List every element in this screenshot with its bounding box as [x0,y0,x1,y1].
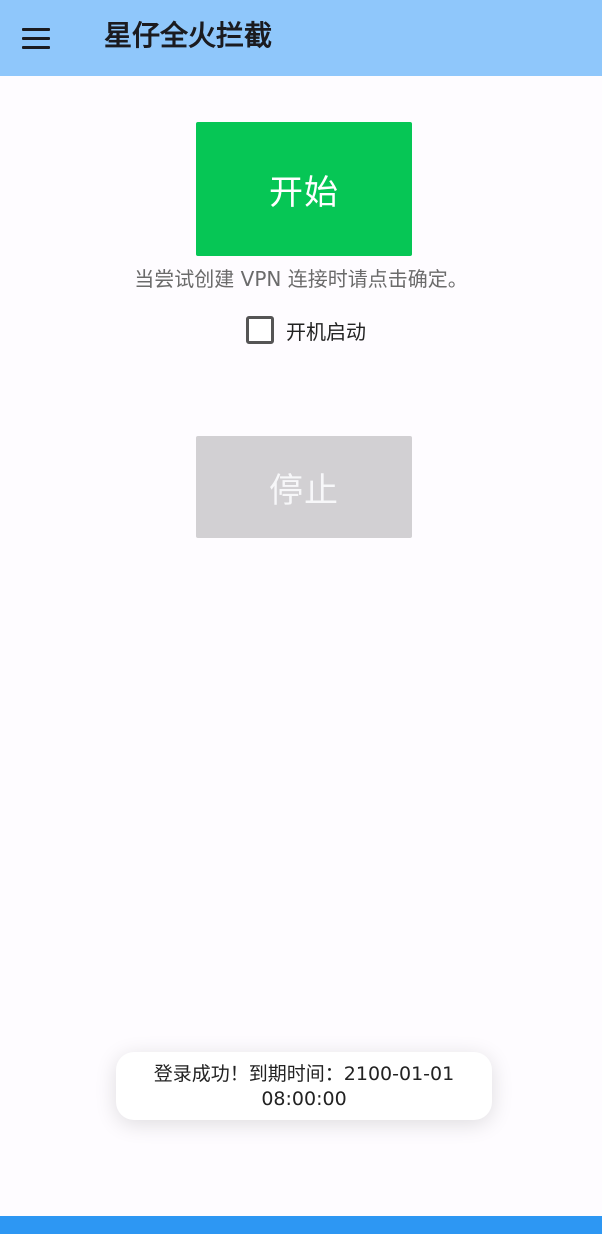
hamburger-menu-icon[interactable] [14,16,58,60]
app-screen: 星仔全火拦截 开始 当尝试创建 VPN 连接时请点击确定。 开机启动 停止 登录… [0,0,602,1234]
boot-start-checkbox[interactable] [246,316,274,344]
app-bar: 星仔全火拦截 [0,0,602,76]
stop-button: 停止 [196,436,412,538]
toast-line-2: 08:00:00 [261,1088,347,1110]
toast-line-1: 登录成功！到期时间：2100-01-01 [153,1063,455,1085]
menu-line [22,27,50,31]
menu-line [22,36,50,40]
menu-line [22,45,50,49]
bottom-bar [0,1216,602,1234]
boot-start-option[interactable]: 开机启动 [246,314,366,346]
app-title: 星仔全火拦截 [104,19,273,52]
boot-start-label: 开机启动 [286,319,366,344]
vpn-hint-text: 当尝试创建 VPN 连接时请点击确定。 [134,267,468,291]
toast-message: 登录成功！到期时间：2100-01-01 08:00:00 [116,1052,492,1120]
start-button[interactable]: 开始 [196,122,412,256]
